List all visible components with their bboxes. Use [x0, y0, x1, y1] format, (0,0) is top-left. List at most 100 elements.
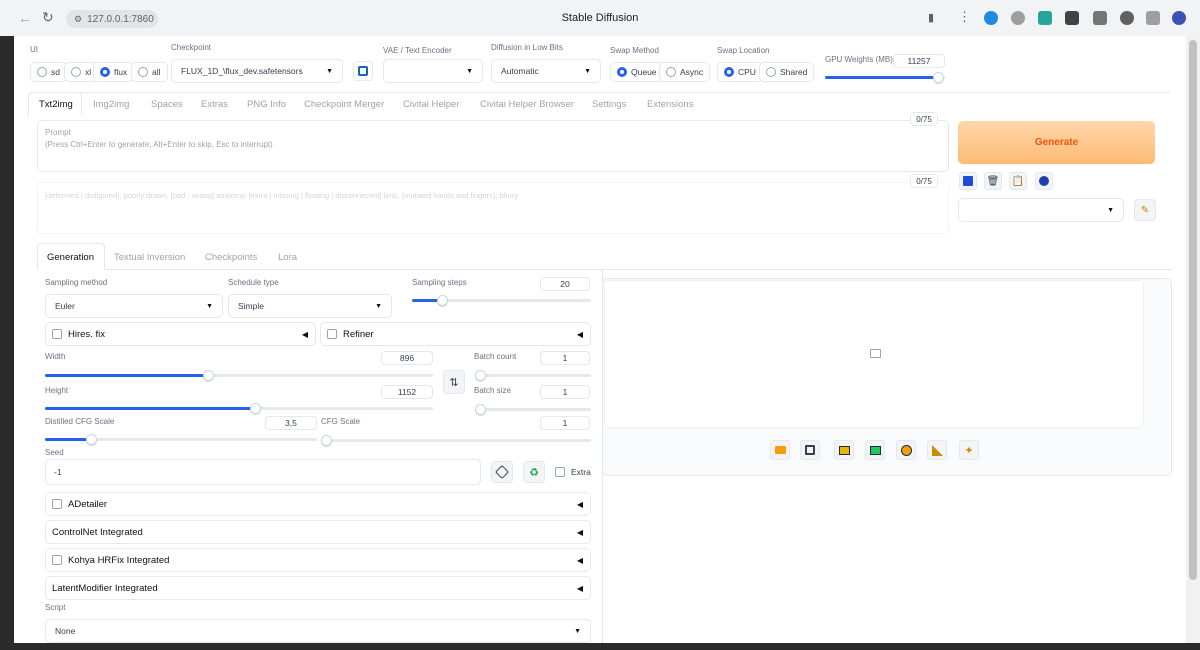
diffusion-dropdown[interactable]: Automatic ▼: [491, 59, 601, 83]
extension-icon[interactable]: [1065, 11, 1079, 25]
checkpoint-dropdown[interactable]: FLUX_1D_\flux_dev.safetensors ▼: [171, 59, 343, 83]
sampling-steps-input[interactable]: 20: [540, 277, 590, 291]
clear-prompt-button[interactable]: 🗑: [984, 172, 1002, 190]
zip-button[interactable]: [834, 440, 854, 460]
style-button[interactable]: [1035, 172, 1053, 190]
extra-checkbox[interactable]: [555, 467, 565, 477]
tab-img2img[interactable]: Img2img: [93, 99, 129, 110]
batch-size-input[interactable]: 1: [540, 385, 590, 399]
bookmark-icon[interactable]: ▮: [928, 11, 934, 24]
extension-icon[interactable]: [1120, 11, 1134, 25]
extension-icon[interactable]: [1146, 11, 1160, 25]
schedule-type-dropdown[interactable]: Simple ▼: [228, 294, 392, 318]
distilled-cfg-input[interactable]: 3,5: [265, 416, 317, 430]
slider-thumb[interactable]: [932, 72, 944, 83]
hires-fix-checkbox[interactable]: [52, 329, 62, 339]
width-input[interactable]: 896: [381, 351, 433, 365]
ui-radio-all[interactable]: all: [131, 62, 168, 82]
profile-icon[interactable]: [1172, 11, 1186, 25]
scrollbar-thumb[interactable]: [1189, 40, 1197, 580]
slider-thumb[interactable]: [475, 370, 486, 381]
extension-icon[interactable]: [1093, 11, 1107, 25]
tab-generation[interactable]: Generation: [47, 252, 94, 263]
tab-civitai-helper-browser[interactable]: Civitai Helper Browser: [480, 99, 574, 110]
latentmodifier-accordion[interactable]: LatentModifier Integrated ◀: [45, 576, 591, 600]
adetailer-checkbox[interactable]: [52, 499, 62, 509]
gpu-weights-input[interactable]: 11257: [893, 54, 945, 68]
ui-radio-sd[interactable]: sd: [30, 62, 67, 82]
swap-dimensions-button[interactable]: ⇅: [443, 370, 465, 394]
swap-method-async[interactable]: Async: [659, 62, 711, 82]
tab-txt2img[interactable]: Txt2img: [39, 99, 73, 110]
tab-settings[interactable]: Settings: [592, 99, 626, 110]
random-seed-button[interactable]: [491, 461, 513, 483]
slider-thumb[interactable]: [249, 403, 261, 414]
extension-icon[interactable]: [984, 11, 998, 25]
hires-fix-accordion[interactable]: Hires. fix ◀: [45, 322, 316, 346]
swap-location-shared[interactable]: Shared: [759, 62, 815, 82]
swap-method-queue[interactable]: Queue: [610, 62, 664, 82]
generate-button[interactable]: Generate: [958, 121, 1155, 164]
clipboard-button[interactable]: 📋: [1009, 172, 1027, 190]
send-to-extras-button[interactable]: [927, 440, 947, 460]
radio-dot-selected: [724, 67, 734, 77]
tab-extensions[interactable]: Extensions: [647, 99, 693, 110]
height-slider[interactable]: [45, 403, 433, 414]
cfg-scale-slider[interactable]: [321, 435, 591, 446]
slider-fill: [45, 438, 92, 441]
kohya-hrfix-checkbox[interactable]: [52, 555, 62, 565]
edit-styles-button[interactable]: ✎: [1134, 199, 1156, 221]
tab-checkpoint-merger[interactable]: Checkpoint Merger: [304, 99, 384, 110]
extension-icon[interactable]: [1038, 11, 1052, 25]
swap-location-cpu[interactable]: CPU: [717, 62, 763, 82]
ui-radio-flux[interactable]: flux: [93, 62, 135, 82]
extension-icon[interactable]: [1011, 11, 1025, 25]
tab-textual-inversion[interactable]: Textual Inversion: [114, 252, 185, 263]
slider-thumb[interactable]: [475, 404, 486, 415]
prompt-textarea[interactable]: Prompt (Press Ctrl+Enter to generate, Al…: [37, 120, 949, 172]
tab-lora[interactable]: Lora: [278, 252, 297, 263]
tab-checkpoints[interactable]: Checkpoints: [205, 252, 257, 263]
reuse-seed-button[interactable]: ♻: [523, 461, 545, 483]
adetailer-accordion[interactable]: ADetailer ◀: [45, 492, 591, 516]
batch-count-input[interactable]: 1: [540, 351, 590, 365]
tab-spaces[interactable]: Spaces: [151, 99, 183, 110]
width-slider[interactable]: [45, 370, 433, 381]
refiner-checkbox[interactable]: [327, 329, 337, 339]
extra-seed-toggle[interactable]: Extra: [555, 467, 591, 477]
paste-params-button[interactable]: [959, 172, 977, 190]
slider-fill: [45, 407, 255, 410]
gpu-weights-slider[interactable]: [825, 72, 945, 83]
browser-toolbar: ← ↻ ⚙ 127.0.0.1:7860 Stable Diffusion ▮ …: [0, 0, 1200, 36]
slider-thumb[interactable]: [86, 434, 98, 445]
vae-dropdown[interactable]: ▼: [383, 59, 483, 83]
menu-dots-icon[interactable]: ⋮: [958, 9, 971, 25]
height-label: Height: [45, 386, 69, 395]
slider-thumb[interactable]: [202, 370, 214, 381]
refresh-checkpoint-button[interactable]: [353, 61, 373, 81]
tab-extras[interactable]: Extras: [201, 99, 228, 110]
kohya-hrfix-accordion[interactable]: Kohya HRFix Integrated ◀: [45, 548, 591, 572]
tab-civitai-helper[interactable]: Civitai Helper: [403, 99, 460, 110]
negative-prompt-textarea[interactable]: [deformed | disfigured], poorly drawn, […: [37, 182, 949, 234]
distilled-cfg-slider[interactable]: [45, 434, 317, 445]
height-input[interactable]: 1152: [381, 385, 433, 399]
refiner-accordion[interactable]: Refiner ◀: [320, 322, 591, 346]
cfg-scale-input[interactable]: 1: [540, 416, 590, 430]
tab-png-info[interactable]: PNG Info: [247, 99, 286, 110]
slider-thumb[interactable]: [437, 295, 449, 306]
send-to-img2img-button[interactable]: [865, 440, 885, 460]
batch-size-slider[interactable]: [475, 404, 591, 415]
save-button[interactable]: [800, 440, 820, 460]
controlnet-accordion[interactable]: ControlNet Integrated ◀: [45, 520, 591, 544]
upscale-button[interactable]: ✦: [959, 440, 979, 460]
batch-count-slider[interactable]: [475, 370, 591, 381]
script-dropdown[interactable]: None ▼: [45, 619, 591, 643]
send-to-inpaint-button[interactable]: [896, 440, 916, 460]
open-folder-button[interactable]: [770, 440, 790, 460]
sampling-steps-slider[interactable]: [412, 295, 591, 306]
slider-thumb[interactable]: [321, 435, 332, 446]
seed-input[interactable]: -1: [45, 459, 481, 485]
styles-dropdown[interactable]: ▼: [958, 198, 1124, 222]
sampling-method-dropdown[interactable]: Euler ▼: [45, 294, 223, 318]
